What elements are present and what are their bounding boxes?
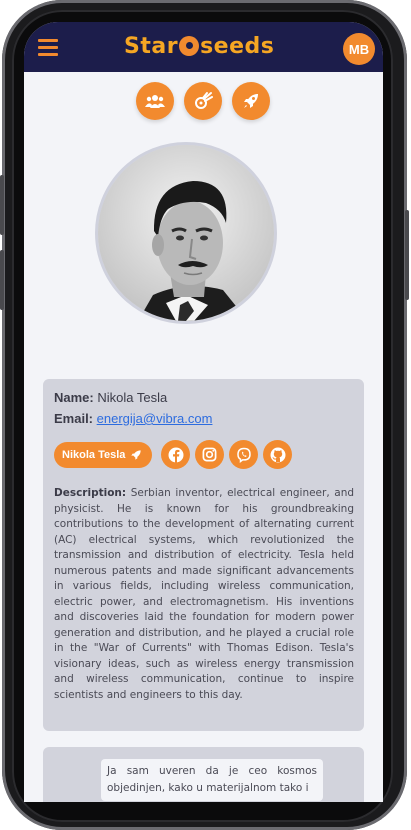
users-icon <box>145 95 165 108</box>
app-logo[interactable]: Star seeds <box>124 34 274 59</box>
app-screen: Star seeds MB Name: Nikola Tesla Email: … <box>24 22 383 802</box>
hamburger-menu-button[interactable] <box>38 39 58 56</box>
quote-card: Ja sam uveren da je ceo kosmos objedinje… <box>43 747 364 802</box>
logo-text-star: Star <box>124 34 179 59</box>
viber-icon <box>236 447 251 463</box>
email-link[interactable]: energija@vibra.com <box>97 411 213 426</box>
email-label: Email: <box>54 411 94 426</box>
profile-info-card: Name: Nikola Tesla Email: energija@vibra… <box>43 379 364 731</box>
facebook-icon <box>168 447 183 463</box>
facebook-button[interactable] <box>161 440 190 469</box>
seed-icon <box>179 36 200 56</box>
logo-text-seeds: seeds <box>200 34 275 59</box>
menu-bar-icon <box>38 46 58 49</box>
profile-rocket-button[interactable]: Nikola Tesla <box>54 442 153 468</box>
profile-portrait-image <box>95 142 277 324</box>
name-row: Name: Nikola Tesla <box>54 390 167 405</box>
email-row: Email: energija@vibra.com <box>54 411 212 426</box>
community-button[interactable] <box>136 82 174 120</box>
description-paragraph: Description: Serbian inventor, electrica… <box>54 486 354 703</box>
description-label: Description: <box>54 487 127 499</box>
phone-side-button <box>405 210 409 300</box>
quote-text: Ja sam uveren da je ceo kosmos objedinje… <box>101 759 323 801</box>
phone-side-button <box>0 175 4 235</box>
pill-label: Nikola Tesla <box>62 449 126 461</box>
menu-bar-icon <box>38 39 58 42</box>
rocket-icon <box>244 94 258 108</box>
github-button[interactable] <box>263 440 292 469</box>
rocket-button[interactable] <box>232 82 270 120</box>
user-avatar[interactable]: MB <box>343 33 375 65</box>
instagram-button[interactable] <box>195 440 224 469</box>
app-header: Star seeds MB <box>24 22 383 72</box>
name-value: Nikola Tesla <box>97 390 168 405</box>
meteor-button[interactable] <box>184 82 222 120</box>
meteor-icon <box>195 92 213 109</box>
phone-side-button <box>0 250 4 310</box>
instagram-icon <box>202 447 217 462</box>
rocket-icon <box>131 450 142 460</box>
github-icon <box>270 447 285 462</box>
viber-button[interactable] <box>229 440 258 469</box>
name-label: Name: <box>54 390 94 405</box>
portrait-illustration <box>98 145 274 321</box>
description-text: Serbian inventor, electrical engineer, a… <box>54 487 355 701</box>
menu-bar-icon <box>38 53 58 56</box>
